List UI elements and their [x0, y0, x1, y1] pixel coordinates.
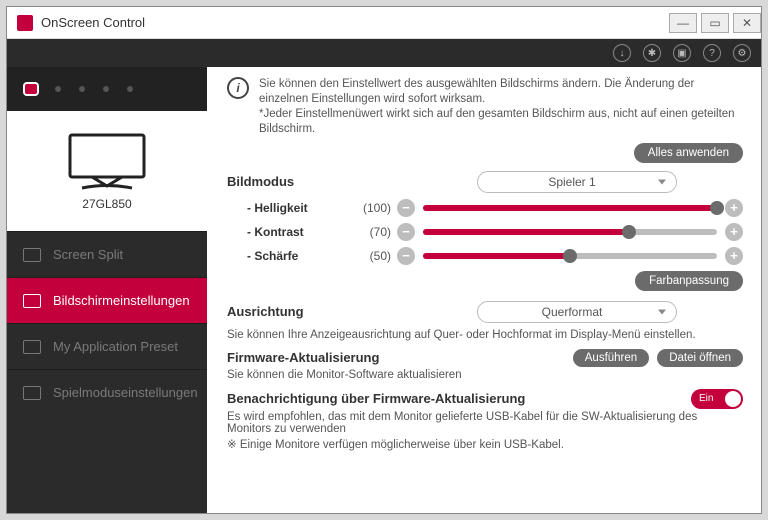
toggle-knob — [725, 391, 741, 407]
help-icon[interactable]: ? — [703, 44, 721, 62]
orientation-value: Querformat — [542, 305, 603, 319]
app-preset-icon — [23, 340, 41, 354]
close-button[interactable]: ✕ — [733, 13, 761, 33]
brightness-value: (100) — [357, 201, 397, 215]
orientation-dropdown[interactable]: Querformat — [477, 301, 677, 323]
sidebar-item-game-mode[interactable]: Spielmoduseinstellungen — [7, 369, 207, 415]
settings-gear-icon[interactable]: ⚙ — [733, 44, 751, 62]
brightness-slider[interactable] — [423, 205, 717, 211]
sharpness-slider[interactable] — [423, 253, 717, 259]
firmware-open-file-button[interactable]: Datei öffnen — [657, 349, 743, 367]
sharpness-label: - Schärfe — [247, 249, 357, 263]
firmware-label: Firmware-Aktualisierung — [227, 350, 565, 365]
picture-mode-value: Spieler 1 — [548, 175, 595, 189]
display-settings-icon — [23, 294, 41, 308]
pointer-icon[interactable]: ✱ — [643, 44, 661, 62]
monitor-name: 27GL850 — [82, 197, 131, 211]
sidebar-item-screen-split[interactable]: Screen Split — [7, 231, 207, 277]
contrast-row: - Kontrast (70) − + — [227, 223, 743, 241]
app-title: OnScreen Control — [41, 15, 665, 30]
orientation-label: Ausrichtung — [227, 304, 477, 319]
brightness-plus-button[interactable]: + — [725, 199, 743, 217]
app-icon — [17, 15, 33, 31]
brightness-row: - Helligkeit (100) − + — [227, 199, 743, 217]
brightness-minus-button[interactable]: − — [397, 199, 415, 217]
info-text: Sie können den Einstellwert des ausgewäh… — [259, 77, 743, 137]
sidebar-item-display-settings[interactable]: Bildschirmeinstellungen — [7, 277, 207, 323]
monitor-dot-2[interactable] — [55, 86, 61, 92]
sidebar: 27GL850 Screen Split Bildschirmeinstellu… — [7, 67, 207, 513]
info-line-1: Sie können den Einstellwert des ausgewäh… — [259, 77, 743, 107]
orientation-desc: Sie können Ihre Anzeigeausrichtung auf Q… — [227, 329, 743, 341]
notify-label: Benachrichtigung über Firmware-Aktualisi… — [227, 391, 683, 406]
sidebar-item-label: Spielmoduseinstellungen — [53, 385, 198, 400]
monitor-selector-strip — [7, 67, 207, 111]
sidebar-item-label: Bildschirmeinstellungen — [53, 293, 190, 308]
minimize-button[interactable]: — — [669, 13, 697, 33]
contrast-slider[interactable] — [423, 229, 717, 235]
download-icon[interactable]: ↓ — [613, 44, 631, 62]
window-icon[interactable]: ▣ — [673, 44, 691, 62]
picture-mode-label: Bildmodus — [227, 174, 477, 189]
monitor-dot-4[interactable] — [103, 86, 109, 92]
notify-desc-1: Es wird empfohlen, das mit dem Monitor g… — [227, 411, 743, 435]
content-pane: i Sie können den Einstellwert des ausgew… — [207, 67, 761, 513]
info-icon: i — [227, 77, 249, 99]
sidebar-item-label: My Application Preset — [53, 339, 178, 354]
info-line-2: *Jeder Einstellmenüwert wirkt sich auf d… — [259, 107, 743, 137]
app-window: OnScreen Control — ▭ ✕ ↓ ✱ ▣ ? ⚙ — [6, 6, 762, 514]
brightness-label: - Helligkeit — [247, 201, 357, 215]
monitor-dot-1[interactable] — [25, 84, 37, 94]
sidebar-item-app-preset[interactable]: My Application Preset — [7, 323, 207, 369]
notify-toggle[interactable]: Ein — [691, 389, 743, 409]
monitor-preview: 27GL850 — [7, 111, 207, 231]
contrast-label: - Kontrast — [247, 225, 357, 239]
monitor-dot-5[interactable] — [127, 86, 133, 92]
contrast-plus-button[interactable]: + — [725, 223, 743, 241]
sharpness-value: (50) — [357, 249, 397, 263]
titlebar: OnScreen Control — ▭ ✕ — [7, 7, 761, 39]
picture-mode-dropdown[interactable]: Spieler 1 — [477, 171, 677, 193]
contrast-minus-button[interactable]: − — [397, 223, 415, 241]
apply-all-button[interactable]: Alles anwenden — [634, 143, 743, 163]
screen-split-icon — [23, 248, 41, 262]
game-mode-icon — [23, 386, 41, 400]
sharpness-row: - Schärfe (50) − + — [227, 247, 743, 265]
monitor-icon — [62, 131, 152, 191]
top-toolbar: ↓ ✱ ▣ ? ⚙ — [7, 39, 761, 67]
notify-toggle-label: Ein — [691, 393, 713, 404]
firmware-run-button[interactable]: Ausführen — [573, 349, 649, 367]
monitor-dot-3[interactable] — [79, 86, 85, 92]
sharpness-minus-button[interactable]: − — [397, 247, 415, 265]
contrast-value: (70) — [357, 225, 397, 239]
sidebar-item-label: Screen Split — [53, 247, 123, 262]
sharpness-plus-button[interactable]: + — [725, 247, 743, 265]
maximize-button[interactable]: ▭ — [701, 13, 729, 33]
firmware-desc: Sie können die Monitor-Software aktualis… — [227, 369, 743, 381]
notify-desc-2: ※ Einige Monitore verfügen möglicherweis… — [227, 437, 743, 451]
color-adjust-button[interactable]: Farbanpassung — [635, 271, 743, 291]
